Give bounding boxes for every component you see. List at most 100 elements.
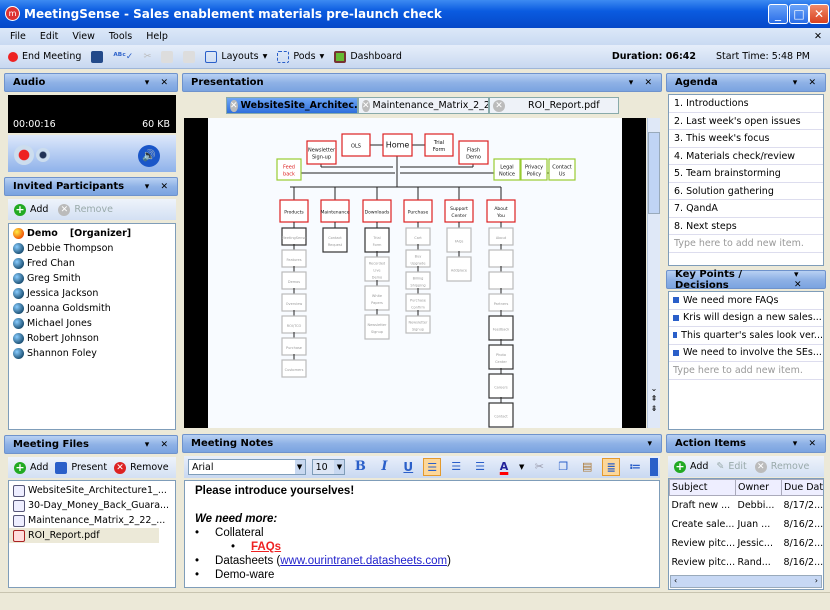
new-agenda-item-input[interactable]: Type here to add new item. — [669, 235, 823, 253]
add-action-button[interactable]: + Add — [674, 460, 708, 473]
font-size-select[interactable]: 10 ▼ — [311, 459, 346, 475]
cut-icon[interactable]: ✂ — [530, 458, 548, 476]
menu-edit[interactable]: Edit — [40, 31, 58, 42]
agenda-item[interactable]: 4. Materials check/review — [669, 148, 823, 165]
save-icon[interactable] — [91, 50, 104, 63]
scroll-right-icon[interactable]: › — [815, 576, 818, 587]
agenda-item[interactable]: 6. Solution gathering — [669, 183, 823, 200]
pod-menu-icon[interactable]: ▾ ✕ — [145, 78, 172, 88]
participant-organizer[interactable]: Demo [Organizer] — [9, 226, 175, 241]
align-right-button[interactable]: ☰ — [471, 458, 489, 476]
participant[interactable]: Debbie Thompson — [9, 241, 175, 256]
menu-tools[interactable]: Tools — [109, 31, 132, 42]
scroll-left-icon[interactable]: ‹ — [674, 576, 677, 587]
pod-menu-icon[interactable]: ▾ ✕ — [629, 78, 656, 88]
menu-view[interactable]: View — [72, 31, 95, 42]
align-center-button[interactable]: ☰ — [447, 458, 465, 476]
agenda-item[interactable]: 3. This week's focus — [669, 130, 823, 148]
record-button[interactable] — [14, 145, 34, 165]
underline-button[interactable]: U — [399, 458, 417, 476]
participant[interactable]: Joanna Goldsmith — [9, 301, 175, 316]
paste-icon[interactable]: ▤ — [578, 458, 596, 476]
edit-action-button[interactable]: ✎ Edit — [716, 461, 746, 472]
table-row[interactable]: Review pitc... Rand... 8/16/2... — [670, 553, 824, 572]
menu-help[interactable]: Help — [146, 31, 168, 42]
speaker-icon[interactable]: 🔊 — [138, 145, 160, 167]
tab-roi-report[interactable]: ✕ ROI_Report.pdf — [489, 97, 619, 114]
present-button[interactable]: Present — [55, 461, 107, 474]
layouts-button[interactable]: Layouts ▾ — [205, 50, 267, 63]
notes-editor[interactable]: Please introduce yourselves! We need mor… — [184, 480, 660, 588]
column-header[interactable]: Due Date — [781, 479, 823, 496]
close-window-button[interactable]: ✕ — [809, 4, 829, 24]
pod-menu-icon[interactable]: ▾ ✕ — [793, 78, 820, 88]
keypoint-item[interactable]: We need to involve the SEs... — [669, 345, 823, 362]
toolbar-overflow-icon[interactable] — [650, 458, 659, 476]
bold-button[interactable]: B — [351, 458, 369, 476]
menu-file[interactable]: File — [10, 31, 26, 42]
agenda-item[interactable]: 8. Next steps — [669, 218, 823, 235]
file-item[interactable]: ROI_Report.pdf — [9, 528, 159, 543]
agenda-item[interactable]: 7. QandA — [669, 200, 823, 218]
datasheets-link[interactable]: www.ourintranet.datasheets.com — [280, 555, 447, 567]
table-row[interactable]: Draft new ... Debbi... 8/17/2... — [670, 496, 824, 515]
column-header[interactable]: Owner — [735, 479, 782, 496]
participant[interactable]: Greg Smith — [9, 271, 175, 286]
pod-menu-icon[interactable]: ▾ ✕ — [793, 439, 820, 449]
participant[interactable]: Michael Jones — [9, 316, 175, 331]
end-meeting-button[interactable]: End Meeting — [8, 51, 81, 62]
tab-website-architecture[interactable]: ✕ WebsiteSite_Architec... — [226, 97, 358, 114]
page-nav-icons[interactable]: ⌄ ⇞ ⇟ — [648, 384, 660, 414]
agenda-item[interactable]: 2. Last week's open issues — [669, 113, 823, 130]
agenda-item[interactable]: 5. Team brainstorming — [669, 165, 823, 183]
horizontal-scrollbar[interactable]: ‹ › — [670, 575, 822, 588]
copy-icon[interactable] — [161, 50, 174, 63]
spellcheck-icon[interactable]: ᴬᴮᶜ✓ — [113, 52, 133, 62]
scroll-thumb[interactable] — [648, 132, 660, 214]
new-keypoint-input[interactable]: Type here to add new item. — [669, 362, 823, 380]
add-file-button[interactable]: + Add — [14, 461, 48, 474]
font-select[interactable]: Arial ▼ — [188, 459, 306, 475]
close-tab-icon[interactable]: ✕ — [493, 99, 505, 112]
column-header[interactable]: Subject — [669, 479, 736, 496]
pod-menu-icon[interactable]: ▾ — [647, 439, 656, 449]
paste-icon[interactable] — [183, 50, 196, 63]
pod-menu-icon[interactable]: ▾ ✕ — [145, 440, 172, 450]
close-tab-icon[interactable]: ✕ — [230, 99, 238, 112]
table-row[interactable]: Review pitc... Jessic... 8/16/2... — [670, 534, 824, 553]
remove-file-button[interactable]: ✕ Remove — [114, 461, 169, 474]
align-left-button[interactable]: ☰ — [423, 458, 442, 476]
participant[interactable]: Robert Johnson — [9, 331, 175, 346]
file-item[interactable]: 30-Day_Money_Back_Guara... — [9, 498, 175, 513]
participant[interactable]: Shannon Foley — [9, 346, 175, 361]
copy-icon[interactable]: ❐ — [554, 458, 572, 476]
maximize-button[interactable]: □ — [789, 4, 809, 24]
agenda-item[interactable]: 1. Introductions — [669, 95, 823, 113]
keypoint-item[interactable]: Kris will design a new sales... — [669, 310, 823, 327]
participant[interactable]: Jessica Jackson — [9, 286, 175, 301]
numbered-list-button[interactable]: ≔ — [626, 458, 644, 476]
pod-menu-icon[interactable]: ▾ ✕ — [794, 270, 820, 290]
bullet-list-button[interactable]: ≣ — [602, 458, 621, 476]
close-menu-icon[interactable]: ✕ — [814, 31, 822, 42]
add-participant-button[interactable]: + Add — [14, 203, 48, 216]
keypoint-item[interactable]: We need more FAQs — [669, 292, 823, 310]
pod-menu-icon[interactable]: ▾ ✕ — [145, 182, 172, 192]
keypoint-item[interactable]: This quarter's sales look ver... — [669, 327, 823, 345]
minimize-button[interactable]: _ — [768, 4, 788, 24]
stop-button[interactable] — [36, 148, 50, 162]
file-item[interactable]: Maintenance_Matrix_2_22_... — [9, 513, 175, 528]
pods-button[interactable]: Pods ▾ — [277, 50, 324, 63]
font-color-button[interactable]: A — [495, 458, 513, 476]
close-tab-icon[interactable]: ✕ — [362, 99, 370, 112]
presentation-scrollbar[interactable]: ⌄ ⇞ ⇟ — [647, 118, 660, 428]
dashboard-button[interactable]: Dashboard — [334, 50, 402, 63]
chevron-down-icon[interactable]: ▼ — [519, 463, 524, 471]
table-row[interactable]: Create sale... Juan ... 8/16/2... — [670, 515, 824, 534]
cut-icon[interactable]: ✂ — [143, 51, 151, 62]
italic-button[interactable]: I — [375, 458, 393, 476]
tab-maintenance-matrix[interactable]: ✕ Maintenance_Matrix_2_2... — [358, 97, 489, 114]
remove-participant-button[interactable]: ✕ Remove — [58, 203, 113, 216]
file-item[interactable]: WebsiteSite_Architecture1_... — [9, 483, 175, 498]
participant[interactable]: Fred Chan — [9, 256, 175, 271]
